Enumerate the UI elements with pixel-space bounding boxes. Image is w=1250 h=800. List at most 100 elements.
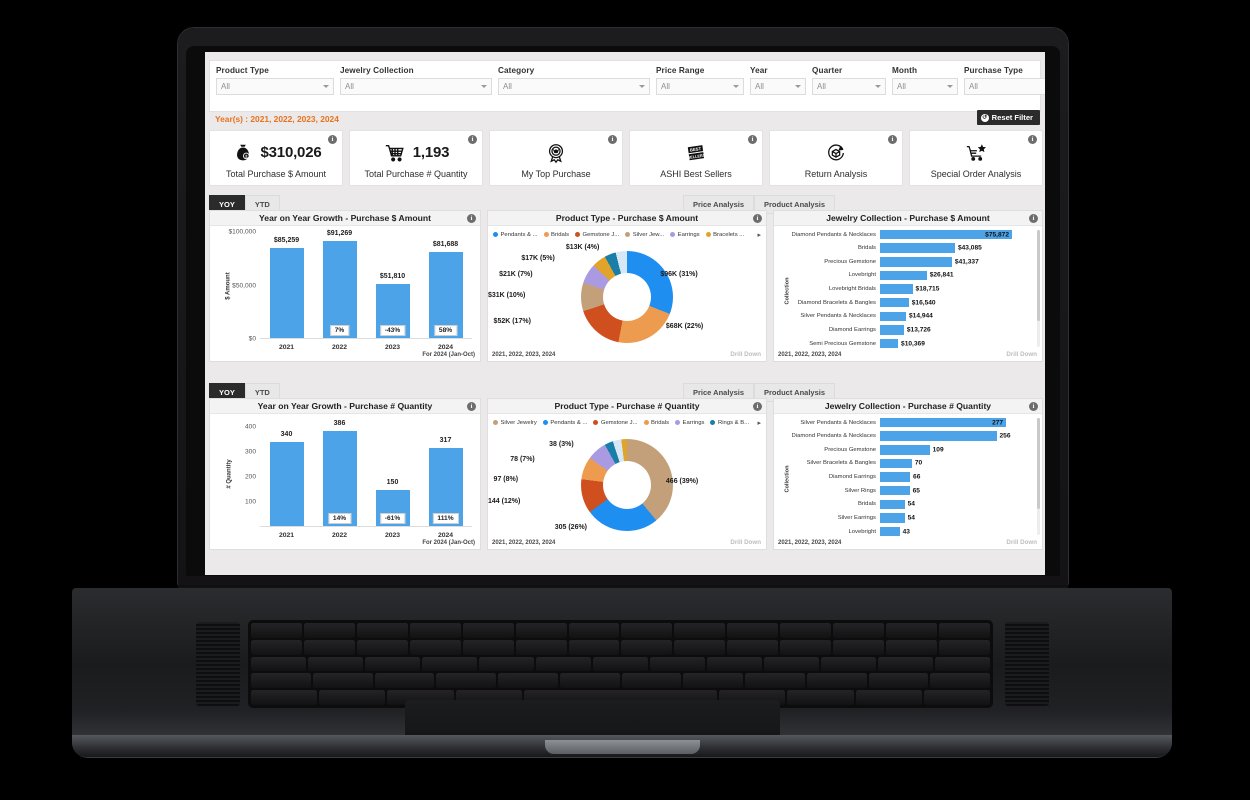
y-axis-title: # Quantity (226, 458, 233, 489)
info-icon[interactable]: i (753, 214, 762, 223)
legend-next-icon[interactable]: ▸ (757, 419, 761, 427)
bar-value-label: $85,259 (273, 236, 300, 244)
bar[interactable]: $51,810 -43% (375, 273, 410, 339)
info-icon[interactable]: i (608, 135, 617, 144)
donut-chart[interactable] (581, 250, 673, 343)
kpi-card-total-purchase-amount[interactable]: i $ $310,026 Total Purchase $ Amount (209, 130, 343, 186)
filter-label: Quarter (812, 66, 843, 75)
bar[interactable]: $43,085 (880, 243, 982, 253)
keyboard-key (462, 623, 514, 638)
filter-dropdown[interactable]: All (892, 78, 958, 95)
info-icon[interactable]: i (467, 402, 476, 411)
legend-item[interactable]: Silver Jew... (625, 232, 664, 238)
bar-track: 256 (880, 431, 1030, 441)
legend-item[interactable]: Bracelets ... (705, 232, 744, 238)
legend-item[interactable]: Bridals (643, 420, 669, 426)
award-medal-icon (544, 141, 568, 165)
legend-next-icon[interactable]: ▸ (757, 231, 761, 239)
legend-item[interactable]: Gemstone J... (575, 232, 619, 238)
bar[interactable]: $10,369 (880, 338, 925, 349)
y-axis: $ Amount $100,000 $50,000 $0 (214, 229, 258, 343)
y-axis-tick: 100 (244, 498, 256, 506)
filter-value: All (345, 82, 354, 91)
bar[interactable]: 386 14% (322, 420, 357, 527)
filter-dropdown[interactable]: All (964, 78, 1045, 95)
scrollbar-thumb[interactable] (1037, 230, 1040, 322)
filter-dropdown[interactable]: All (216, 78, 334, 95)
bar[interactable]: 66 (880, 472, 920, 482)
info-icon[interactable]: i (1028, 135, 1037, 144)
drill-down-button[interactable]: Drill Down (1006, 539, 1037, 546)
bar[interactable]: 277 (880, 417, 1007, 428)
bar-value-label: $18,715 (915, 285, 940, 293)
scrollbar-thumb[interactable] (1037, 418, 1040, 510)
kpi-card-special-order-analysis[interactable]: i Special Order Analysis (909, 130, 1043, 186)
kpi-card-return-analysis[interactable]: i Return Analysis (769, 130, 903, 186)
keyboard-key (251, 639, 302, 655)
legend-item[interactable]: Gemstone J... (593, 420, 638, 426)
filter-dropdown[interactable]: All (750, 78, 806, 95)
keyboard-key (303, 623, 355, 638)
kpi-label: Return Analysis (804, 168, 868, 179)
filter-dropdown[interactable]: All (656, 78, 744, 95)
filter-dropdown[interactable]: All (498, 78, 650, 95)
legend-item[interactable]: Earrings (670, 232, 700, 238)
vertical-scrollbar[interactable] (1037, 230, 1040, 347)
bar[interactable]: 70 (880, 458, 922, 469)
legend-item[interactable]: Bridals (543, 232, 569, 238)
drill-down-button[interactable]: Drill Down (1006, 351, 1037, 358)
keyboard-key (374, 673, 435, 689)
info-icon[interactable]: i (888, 135, 897, 144)
bar[interactable]: $81,688 58% (428, 241, 463, 339)
drill-down-button[interactable]: Drill Down (730, 351, 761, 358)
bar[interactable]: 43 (880, 526, 910, 537)
info-icon[interactable]: i (468, 135, 477, 144)
charts-row-amount: Year on Year Growth - Purchase $ Amount … (209, 210, 1043, 362)
donut-chart[interactable] (581, 438, 673, 531)
legend-item[interactable]: Rings & B... (710, 420, 749, 426)
legend-item[interactable]: Earrings (675, 420, 704, 426)
chart-note: For 2024 (Jan-Oct) (422, 540, 475, 546)
info-icon[interactable]: i (1029, 214, 1038, 223)
bar[interactable]: 109 (880, 445, 944, 455)
bar[interactable]: 54 (880, 513, 915, 523)
legend-item[interactable]: Pendants & ... (493, 232, 538, 238)
kpi-card-total-purchase-quantity[interactable]: i 1,193 Total Purchase # Quantity (349, 130, 483, 186)
panel-title: Year on Year Growth - Purchase # Quantit… (210, 399, 480, 414)
info-icon[interactable]: i (1029, 402, 1038, 411)
legend-item[interactable]: Pendants & ... (542, 420, 587, 426)
legend-item[interactable]: Silver Jewelry (493, 420, 537, 426)
bar[interactable]: 317 111% (428, 437, 463, 527)
bar[interactable]: $91,269 7% (322, 230, 357, 339)
bar[interactable]: $14,944 (880, 311, 933, 321)
filter-dropdown[interactable]: All (340, 78, 492, 95)
vertical-scrollbar[interactable] (1037, 418, 1040, 535)
x-axis-tick: 2021 (278, 344, 295, 351)
reset-filter-label: Reset Filter (991, 113, 1033, 122)
chevron-down-icon (639, 85, 645, 88)
bar[interactable]: $75,872 (880, 229, 1012, 240)
filter-dropdown[interactable]: All (812, 78, 886, 95)
bar[interactable]: $13,726 (880, 325, 931, 335)
bar[interactable]: $85,259 (269, 237, 304, 339)
bar[interactable]: 340 (269, 431, 304, 527)
info-icon[interactable]: i (748, 135, 757, 144)
drill-down-button[interactable]: Drill Down (730, 539, 761, 546)
bar[interactable]: $26,841 (880, 270, 954, 281)
bar[interactable]: $18,715 (880, 284, 939, 294)
keyboard-key (409, 623, 461, 638)
info-icon[interactable]: i (467, 214, 476, 223)
kpi-card-my-top-purchase[interactable]: i My Top Purchase (489, 130, 623, 186)
bar[interactable]: 256 (880, 431, 1011, 441)
reset-filter-button[interactable]: ↺ Reset Filter (976, 110, 1040, 125)
best-sellers-badge-icon: BEST SELLERS (684, 141, 708, 165)
info-icon[interactable]: i (328, 135, 337, 144)
bar[interactable]: 150 -61% (375, 479, 410, 527)
bar[interactable]: $41,337 (880, 257, 979, 267)
bar[interactable]: 54 (880, 499, 915, 509)
bar[interactable]: 65 (880, 485, 920, 496)
info-icon[interactable]: i (753, 402, 762, 411)
kpi-card-ashi-best-sellers[interactable]: i BEST SELLERS ASHI Best Sellers (629, 130, 763, 186)
bar[interactable]: $16,540 (880, 297, 936, 308)
keyboard-key (930, 673, 990, 689)
